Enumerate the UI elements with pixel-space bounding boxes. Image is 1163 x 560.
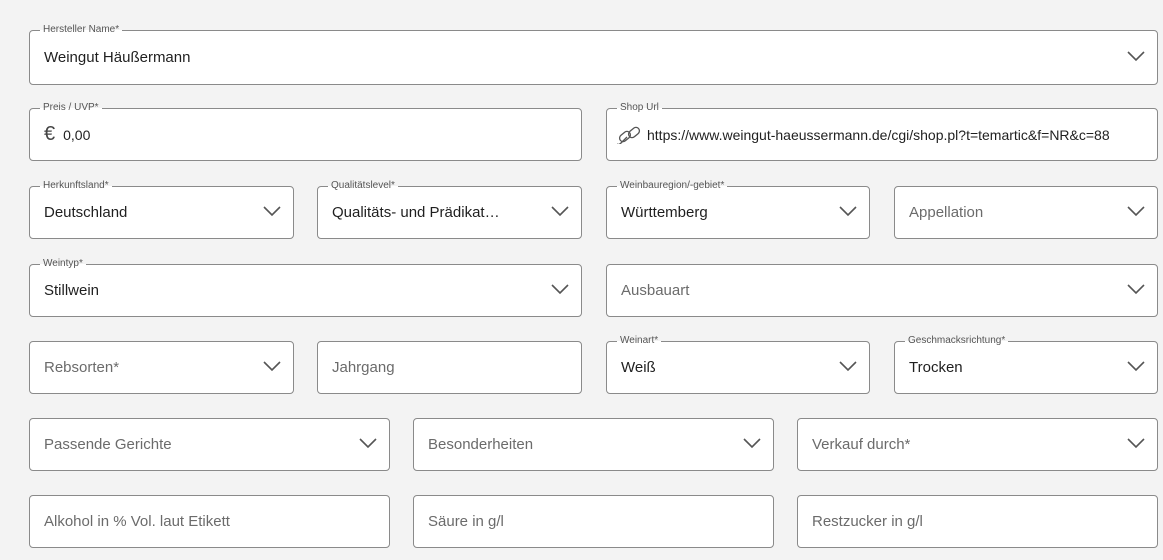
restzucker-input[interactable]: Restzucker in g/l [797, 495, 1158, 548]
rebsorten-select[interactable]: Rebsorten* [29, 341, 294, 394]
wine-form: Hersteller Name* Weingut Häußermann Prei… [0, 0, 1163, 560]
hersteller-name-select[interactable]: Hersteller Name* Weingut Häußermann [29, 24, 1158, 85]
chevron-down-icon [263, 360, 281, 372]
chevron-down-icon [1127, 50, 1145, 62]
passende-gerichte-select[interactable]: Passende Gerichte [29, 418, 390, 471]
hersteller-name-value: Weingut Häußermann [44, 49, 191, 66]
chevron-down-icon [839, 360, 857, 372]
chevron-down-icon [1127, 283, 1145, 295]
chevron-down-icon [359, 437, 377, 449]
weintyp-select[interactable]: Weintyp* Stillwein [29, 258, 582, 317]
herkunftsland-value: Deutschland [44, 204, 128, 221]
euro-icon: € [44, 123, 56, 145]
jahrgang-placeholder: Jahrgang [332, 359, 395, 376]
besonderheiten-placeholder: Besonderheiten [428, 436, 534, 453]
weintyp-value: Stillwein [44, 282, 100, 299]
besonderheiten-select[interactable]: Besonderheiten [413, 418, 774, 471]
preis-input[interactable]: Preis / UVP* € 0,00 [29, 102, 582, 161]
chevron-down-icon [839, 205, 857, 217]
appellation-placeholder: Appellation [909, 204, 984, 221]
saeure-input[interactable]: Säure in g/l [413, 495, 774, 548]
chevron-down-icon [743, 437, 761, 449]
ausbauart-placeholder: Ausbauart [621, 282, 690, 299]
weinart-select[interactable]: Weinart* Weiß [606, 335, 870, 394]
ausbauart-select[interactable]: Ausbauart [606, 264, 1158, 317]
chevron-down-icon [1127, 437, 1145, 449]
herkunftsland-select[interactable]: Herkunftsland* Deutschland [29, 180, 294, 239]
verkauf-durch-select[interactable]: Verkauf durch* [797, 418, 1158, 471]
chevron-down-icon [1127, 360, 1145, 372]
saeure-placeholder: Säure in g/l [428, 513, 504, 530]
chevron-down-icon [263, 205, 281, 217]
verkauf-durch-placeholder: Verkauf durch* [812, 436, 911, 453]
alkohol-input[interactable]: Alkohol in % Vol. laut Etikett [29, 495, 390, 548]
shop-url-value: https://www.weingut-haeussermann.de/cgi/… [647, 126, 1110, 143]
shop-url-value-wrap: https://www.weingut-haeussermann.de/cgi/… [617, 109, 1110, 160]
passende-gerichte-placeholder: Passende Gerichte [44, 436, 172, 453]
weinbauregion-select[interactable]: Weinbauregion/-gebiet* Württemberg [606, 180, 870, 239]
weinart-value: Weiß [621, 359, 656, 376]
preis-value: 0,00 [63, 126, 91, 143]
chevron-down-icon [1127, 205, 1145, 217]
link-icon[interactable] [617, 126, 643, 144]
restzucker-placeholder: Restzucker in g/l [812, 513, 923, 530]
alkohol-placeholder: Alkohol in % Vol. laut Etikett [44, 513, 230, 530]
weinbauregion-value: Württemberg [621, 204, 708, 221]
appellation-select[interactable]: Appellation [894, 186, 1158, 239]
shop-url-input[interactable]: Shop Url https://www.weingut-haeusserman… [606, 102, 1158, 161]
chevron-down-icon [551, 283, 569, 295]
jahrgang-input[interactable]: Jahrgang [317, 341, 582, 394]
qualitaetslevel-select[interactable]: Qualitätslevel* Qualitäts- und Prädikat… [317, 180, 582, 239]
qualitaetslevel-value: Qualitäts- und Prädikat… [332, 204, 500, 221]
rebsorten-placeholder: Rebsorten* [44, 359, 120, 376]
chevron-down-icon [551, 205, 569, 217]
geschmacksrichtung-value: Trocken [909, 359, 963, 376]
preis-value-wrap: € 0,00 [44, 109, 90, 160]
geschmacksrichtung-select[interactable]: Geschmacksrichtung* Trocken [894, 335, 1158, 394]
